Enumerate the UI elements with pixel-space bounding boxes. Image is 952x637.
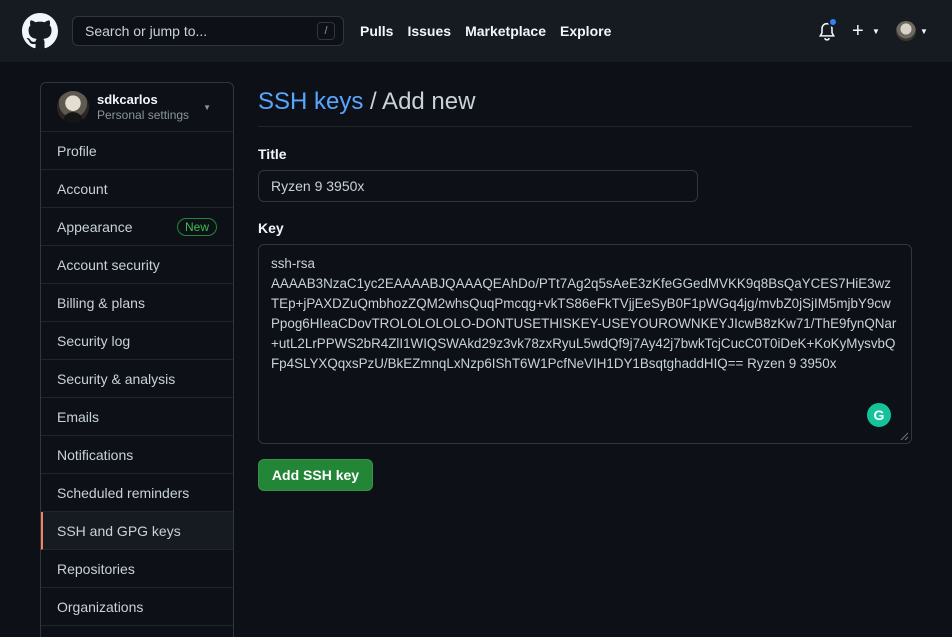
sidebar-item-label: Account bbox=[57, 180, 108, 197]
key-textarea[interactable]: ssh-rsa AAAAB3NzaC1yc2EAAAABJQAAAQEAhDo/… bbox=[258, 244, 912, 444]
sidebar-item-label: Repositories bbox=[57, 560, 135, 577]
new-badge: New bbox=[176, 218, 217, 236]
sidebar-item-label: Emails bbox=[57, 408, 100, 425]
nav-explore[interactable]: Explore bbox=[560, 23, 611, 39]
sidebar-item-label: Notifications bbox=[57, 446, 134, 463]
settings-sidebar: sdkcarlos Personal settings ▼ Profile Ac… bbox=[40, 82, 234, 637]
sidebar-item-label: SSH and GPG keys bbox=[57, 522, 181, 539]
sidebar-item-label: Appearance bbox=[57, 218, 133, 235]
nav-marketplace[interactable]: Marketplace bbox=[465, 23, 546, 39]
title-divider bbox=[258, 126, 912, 127]
sidebar-item-security-log[interactable]: Security log bbox=[41, 322, 233, 360]
sidebar-item-scheduled-reminders[interactable]: Scheduled reminders bbox=[41, 474, 233, 512]
search-shortcut-key: / bbox=[317, 22, 335, 40]
breadcrumb-current: / Add new bbox=[363, 88, 476, 115]
user-avatar-menu[interactable] bbox=[896, 21, 916, 41]
top-header: Search or jump to... / Pulls Issues Mark… bbox=[0, 0, 952, 62]
nav-issues[interactable]: Issues bbox=[407, 23, 451, 39]
sidebar-subtitle: Personal settings bbox=[97, 107, 190, 122]
sidebar-item-organizations[interactable]: Organizations bbox=[41, 588, 233, 626]
sidebar-username: sdkcarlos bbox=[97, 91, 158, 107]
sidebar-item-billing[interactable]: Billing & plans bbox=[41, 284, 233, 322]
sidebar-item-label: Billing & plans bbox=[57, 294, 145, 311]
sidebar-item-account[interactable]: Account bbox=[41, 170, 233, 208]
sidebar-item-security-analysis[interactable]: Security & analysis bbox=[41, 360, 233, 398]
page-title: SSH keys / Add new bbox=[258, 88, 475, 116]
sidebar-avatar bbox=[57, 91, 89, 123]
search-input[interactable]: Search or jump to... / bbox=[72, 16, 344, 46]
sidebar-item-label: Profile bbox=[57, 142, 97, 159]
sidebar-item-label: Scheduled reminders bbox=[57, 484, 190, 501]
create-new-plus-icon[interactable]: + bbox=[852, 21, 864, 41]
github-logo-icon[interactable] bbox=[22, 13, 58, 49]
sidebar-item-label: Security log bbox=[57, 332, 131, 349]
sidebar-user-switcher[interactable]: sdkcarlos Personal settings ▼ bbox=[41, 83, 233, 132]
sidebar-user-text: sdkcarlos Personal settings bbox=[97, 92, 189, 123]
title-input[interactable]: Ryzen 9 3950x bbox=[258, 170, 698, 202]
key-label: Key bbox=[258, 220, 284, 236]
sidebar-item-account-security[interactable]: Account security bbox=[41, 246, 233, 284]
breadcrumb-ssh-keys-link[interactable]: SSH keys bbox=[258, 88, 363, 115]
sidebar-item-emails[interactable]: Emails bbox=[41, 398, 233, 436]
search-placeholder: Search or jump to... bbox=[85, 23, 208, 39]
sidebar-item-label: Organizations bbox=[57, 598, 144, 615]
sidebar-caret-down-icon[interactable]: ▼ bbox=[203, 103, 211, 112]
top-nav: Pulls Issues Marketplace Explore bbox=[360, 23, 625, 39]
sidebar-item-label: Account security bbox=[57, 256, 160, 273]
nav-pulls[interactable]: Pulls bbox=[360, 23, 393, 39]
avatar-caret-down-icon[interactable]: ▼ bbox=[920, 27, 928, 36]
sidebar-item-notifications[interactable]: Notifications bbox=[41, 436, 233, 474]
sidebar-item-appearance[interactable]: Appearance New bbox=[41, 208, 233, 246]
title-label: Title bbox=[258, 146, 287, 162]
sidebar-item-ssh-gpg-keys[interactable]: SSH and GPG keys bbox=[41, 512, 233, 550]
add-ssh-key-button[interactable]: Add SSH key bbox=[258, 459, 373, 491]
sidebar-item-repositories[interactable]: Repositories bbox=[41, 550, 233, 588]
sidebar-item-label: Security & analysis bbox=[57, 370, 176, 387]
sidebar-item-profile[interactable]: Profile bbox=[41, 132, 233, 170]
grammarly-icon[interactable]: G bbox=[867, 403, 891, 427]
textarea-resize-handle-icon[interactable] bbox=[900, 432, 909, 441]
plus-caret-down-icon[interactable]: ▼ bbox=[872, 27, 880, 36]
notification-unread-dot bbox=[828, 17, 838, 27]
